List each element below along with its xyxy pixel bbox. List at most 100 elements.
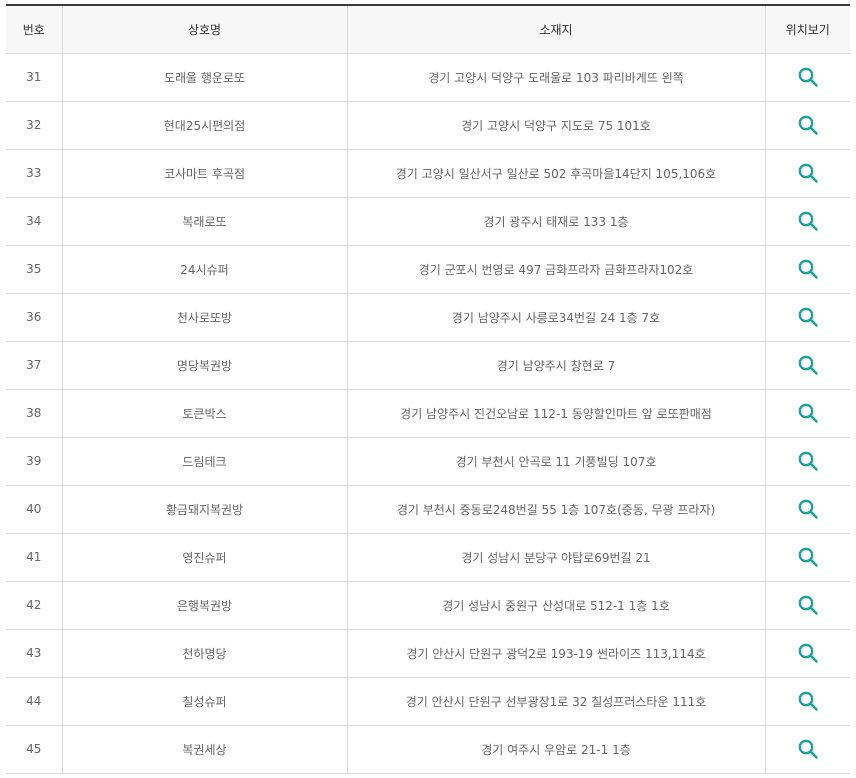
table-header: 번호 상호명 소재지 위치보기 (6, 4, 850, 54)
store-name: 천사로또방 (61, 293, 347, 342)
header-address: 소재지 (346, 4, 765, 54)
search-icon (798, 595, 818, 615)
search-icon (798, 355, 818, 375)
store-name: 복권세상 (61, 725, 347, 774)
store-address: 경기 성남시 분당구 야탑로69번길 21 (346, 533, 765, 582)
row-number: 40 (6, 485, 62, 534)
search-icon (798, 451, 818, 471)
store-address: 경기 남양주시 사릉로34번길 24 1층 7호 (346, 293, 765, 342)
table-row: 43 천하명당 경기 안산시 단원구 광덕2로 193-19 썬라이즈 113,… (6, 629, 850, 678)
location-cell (764, 533, 850, 582)
search-icon (798, 499, 818, 519)
row-number: 42 (6, 581, 62, 630)
store-address: 경기 남양주시 진건오남로 112-1 동양할인마트 앞 로또판매점 (346, 389, 765, 438)
row-number: 31 (6, 53, 62, 102)
location-cell (764, 101, 850, 150)
view-location-button[interactable] (797, 66, 819, 88)
store-address: 경기 고양시 덕양구 도래울로 103 파리바게뜨 왼쪽 (346, 53, 765, 102)
header-location: 위치보기 (764, 4, 850, 54)
header-no: 번호 (6, 4, 62, 54)
view-location-button[interactable] (797, 306, 819, 328)
table-row: 35 24시슈퍼 경기 군포시 번영로 497 금화프라자 금화프라자102호 (6, 245, 850, 294)
location-cell (764, 341, 850, 390)
search-icon (798, 547, 818, 567)
location-cell (764, 725, 850, 774)
row-number: 35 (6, 245, 62, 294)
search-icon (798, 691, 818, 711)
row-number: 45 (6, 725, 62, 774)
row-number: 44 (6, 677, 62, 726)
header-name: 상호명 (61, 4, 347, 54)
store-address: 경기 성남시 중원구 산성대로 512-1 1층 1호 (346, 581, 765, 630)
store-address: 경기 군포시 번영로 497 금화프라자 금화프라자102호 (346, 245, 765, 294)
table-body: 31 도래울 행운로또 경기 고양시 덕양구 도래울로 103 파리바게뜨 왼쪽… (6, 53, 850, 774)
location-cell (764, 389, 850, 438)
location-cell (764, 53, 850, 102)
store-name: 복래로또 (61, 197, 347, 246)
table-row: 40 황금돼지복권방 경기 부천시 중동로248번길 55 1층 107호(중동… (6, 485, 850, 534)
store-address: 경기 부천시 중동로248번길 55 1층 107호(중동, 무광 프라자) (346, 485, 765, 534)
row-number: 33 (6, 149, 62, 198)
view-location-button[interactable] (797, 738, 819, 760)
view-location-button[interactable] (797, 546, 819, 568)
location-cell (764, 149, 850, 198)
store-address: 경기 여주시 우암로 21-1 1층 (346, 725, 765, 774)
view-location-button[interactable] (797, 690, 819, 712)
store-name: 칠성슈퍼 (61, 677, 347, 726)
location-cell (764, 485, 850, 534)
store-name: 도래울 행운로또 (61, 53, 347, 102)
row-number: 38 (6, 389, 62, 438)
table-row: 42 은행복권방 경기 성남시 중원구 산성대로 512-1 1층 1호 (6, 581, 850, 630)
store-name: 토큰박스 (61, 389, 347, 438)
store-table: 번호 상호명 소재지 위치보기 31 도래울 행운로또 경기 고양시 덕양구 도… (6, 4, 850, 774)
row-number: 43 (6, 629, 62, 678)
store-address: 경기 고양시 일산서구 일산로 502 후곡마을14단지 105,106호 (346, 149, 765, 198)
row-number: 39 (6, 437, 62, 486)
view-location-button[interactable] (797, 642, 819, 664)
table-row: 38 토큰박스 경기 남양주시 진건오남로 112-1 동양할인마트 앞 로또판… (6, 389, 850, 438)
location-cell (764, 677, 850, 726)
view-location-button[interactable] (797, 594, 819, 616)
view-location-button[interactable] (797, 210, 819, 232)
view-location-button[interactable] (797, 402, 819, 424)
row-number: 36 (6, 293, 62, 342)
store-address: 경기 남양주시 창현로 7 (346, 341, 765, 390)
view-location-button[interactable] (797, 114, 819, 136)
table-row: 41 영진슈퍼 경기 성남시 분당구 야탑로69번길 21 (6, 533, 850, 582)
table-row: 44 칠성슈퍼 경기 안산시 단원구 선부광장1로 32 칠성프러스타운 111… (6, 677, 850, 726)
search-icon (798, 643, 818, 663)
table-row: 33 코사마트 후곡점 경기 고양시 일산서구 일산로 502 후곡마을14단지… (6, 149, 850, 198)
table-row: 45 복권세상 경기 여주시 우암로 21-1 1층 (6, 725, 850, 774)
store-address: 경기 안산시 단원구 선부광장1로 32 칠성프러스타운 111호 (346, 677, 765, 726)
search-icon (798, 307, 818, 327)
header-row: 번호 상호명 소재지 위치보기 (6, 4, 850, 54)
search-icon (798, 115, 818, 135)
search-icon (798, 163, 818, 183)
view-location-button[interactable] (797, 354, 819, 376)
location-cell (764, 629, 850, 678)
store-address: 경기 안산시 단원구 광덕2로 193-19 썬라이즈 113,114호 (346, 629, 765, 678)
store-name: 은행복권방 (61, 581, 347, 630)
search-icon (798, 67, 818, 87)
row-number: 34 (6, 197, 62, 246)
table-row: 34 복래로또 경기 광주시 태재로 133 1층 (6, 197, 850, 246)
store-address: 경기 부천시 안곡로 11 기풍빌딩 107호 (346, 437, 765, 486)
view-location-button[interactable] (797, 258, 819, 280)
row-number: 37 (6, 341, 62, 390)
location-cell (764, 581, 850, 630)
row-number: 32 (6, 101, 62, 150)
location-cell (764, 437, 850, 486)
location-cell (764, 245, 850, 294)
store-name: 황금돼지복권방 (61, 485, 347, 534)
table-row: 39 드림테크 경기 부천시 안곡로 11 기풍빌딩 107호 (6, 437, 850, 486)
table-row: 31 도래울 행운로또 경기 고양시 덕양구 도래울로 103 파리바게뜨 왼쪽 (6, 53, 850, 102)
store-name: 현대25시편의점 (61, 101, 347, 150)
store-name: 천하명당 (61, 629, 347, 678)
view-location-button[interactable] (797, 498, 819, 520)
search-icon (798, 259, 818, 279)
view-location-button[interactable] (797, 162, 819, 184)
store-name: 24시슈퍼 (61, 245, 347, 294)
store-name: 명당복권방 (61, 341, 347, 390)
view-location-button[interactable] (797, 450, 819, 472)
location-cell (764, 293, 850, 342)
